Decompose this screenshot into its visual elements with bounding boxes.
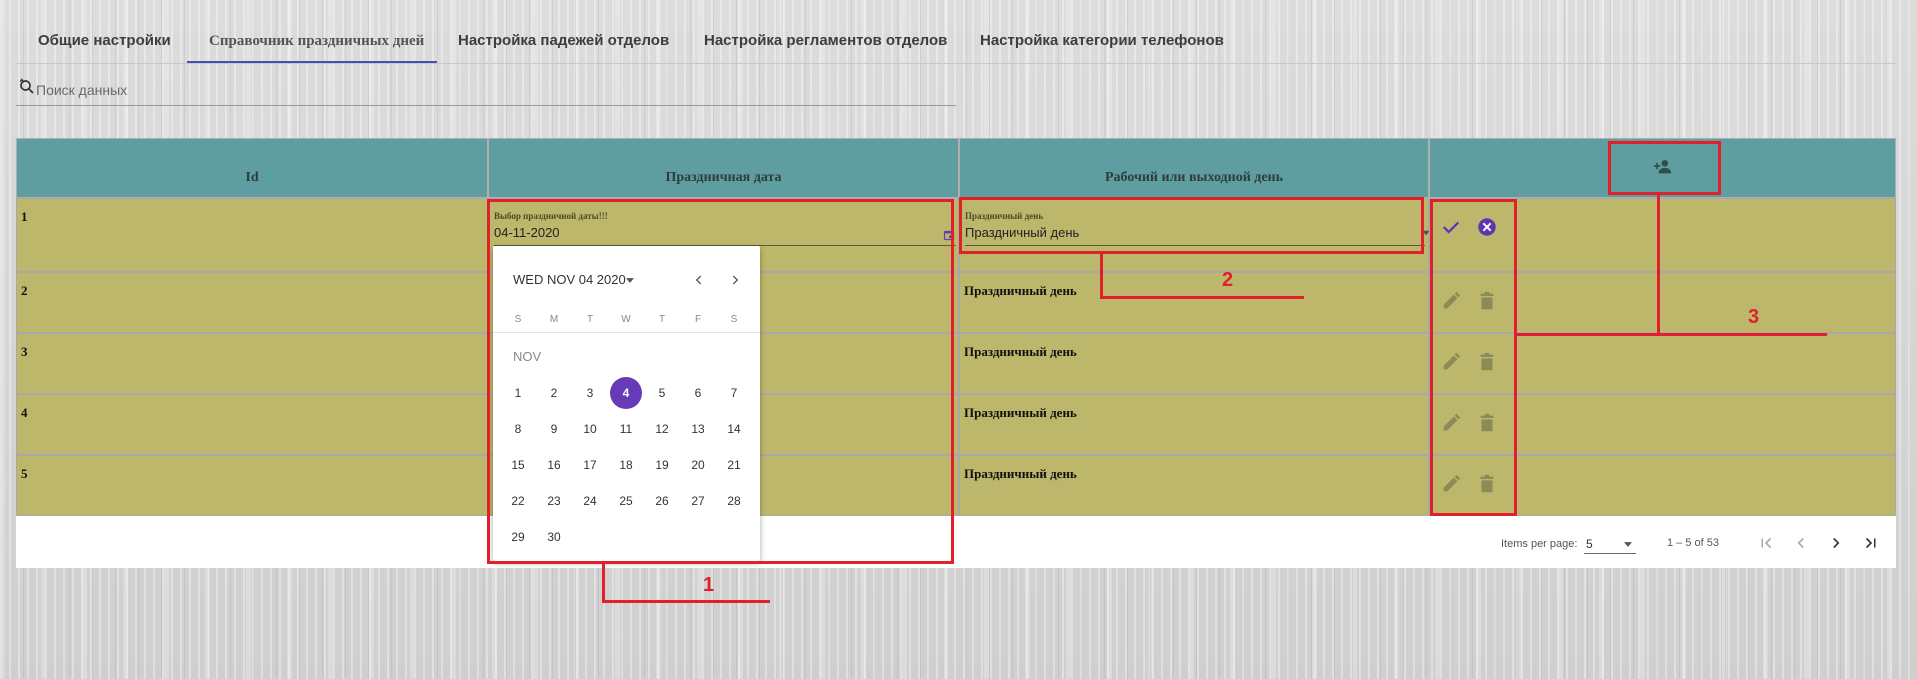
- cell-id: 4: [16, 394, 488, 455]
- next-page-icon[interactable]: [1827, 534, 1845, 552]
- tab-department-regulations[interactable]: Настройка регламентов отделов: [704, 22, 947, 64]
- search-refresh-icon[interactable]: [18, 78, 36, 96]
- header-day-type[interactable]: Рабочий или выходной день: [959, 138, 1429, 198]
- annotation-box-1: [487, 199, 954, 564]
- tab-general-settings[interactable]: Общие настройки: [38, 22, 171, 64]
- annotation-leader-3: [1657, 195, 1660, 336]
- previous-page-icon[interactable]: [1792, 534, 1810, 552]
- annotation-box-3: [1430, 199, 1517, 516]
- annotation-label-1: 1: [703, 574, 715, 596]
- header-id[interactable]: Id: [16, 138, 488, 198]
- cell-id: 5: [16, 455, 488, 516]
- annotation-label-2: 2: [1222, 269, 1234, 291]
- cell-day-type: Праздничный день: [959, 455, 1429, 516]
- annotation-label-3: 3: [1748, 306, 1760, 328]
- page-range: 1 – 5 of 53: [1667, 537, 1719, 549]
- cell-day-type: Праздничный день: [959, 333, 1429, 394]
- cell-id: 1: [16, 198, 488, 272]
- tab-bar: Общие настройки Справочник праздничных д…: [16, 22, 1896, 64]
- search-bar: [16, 76, 956, 106]
- cell-day-type: Праздничный день: [959, 394, 1429, 455]
- items-per-page-value: 5: [1586, 537, 1593, 551]
- items-per-page-label: Items per page:: [1501, 538, 1578, 550]
- annotation-leader-3: [1517, 333, 1827, 336]
- annotation-box-2: [959, 197, 1424, 254]
- tab-department-cases[interactable]: Настройка падежей отделов: [458, 22, 669, 64]
- header-holiday-date[interactable]: Праздничная дата: [488, 138, 959, 198]
- last-page-icon[interactable]: [1862, 534, 1880, 552]
- tab-phone-categories[interactable]: Настройка категории телефонов: [980, 22, 1224, 64]
- active-tab-indicator: [187, 61, 437, 63]
- annotation-leader-2: [1100, 254, 1103, 299]
- tab-holidays-directory[interactable]: Справочник праздничных дней: [209, 22, 424, 64]
- cell-id: 2: [16, 272, 488, 333]
- items-per-page-select[interactable]: 5: [1584, 534, 1636, 554]
- annotation-leader-1: [602, 564, 605, 603]
- cell-day-type: Праздничный день: [959, 272, 1429, 333]
- cell-id: 3: [16, 333, 488, 394]
- annotation-leader-1: [602, 600, 770, 603]
- chevron-down-icon: [1624, 542, 1632, 547]
- holidays-table: Id Праздничная дата Рабочий или выходной…: [16, 138, 1896, 568]
- first-page-icon[interactable]: [1757, 534, 1775, 552]
- search-input[interactable]: [36, 80, 936, 100]
- annotation-leader-2: [1100, 296, 1304, 299]
- annotation-box-3-header: [1608, 141, 1721, 195]
